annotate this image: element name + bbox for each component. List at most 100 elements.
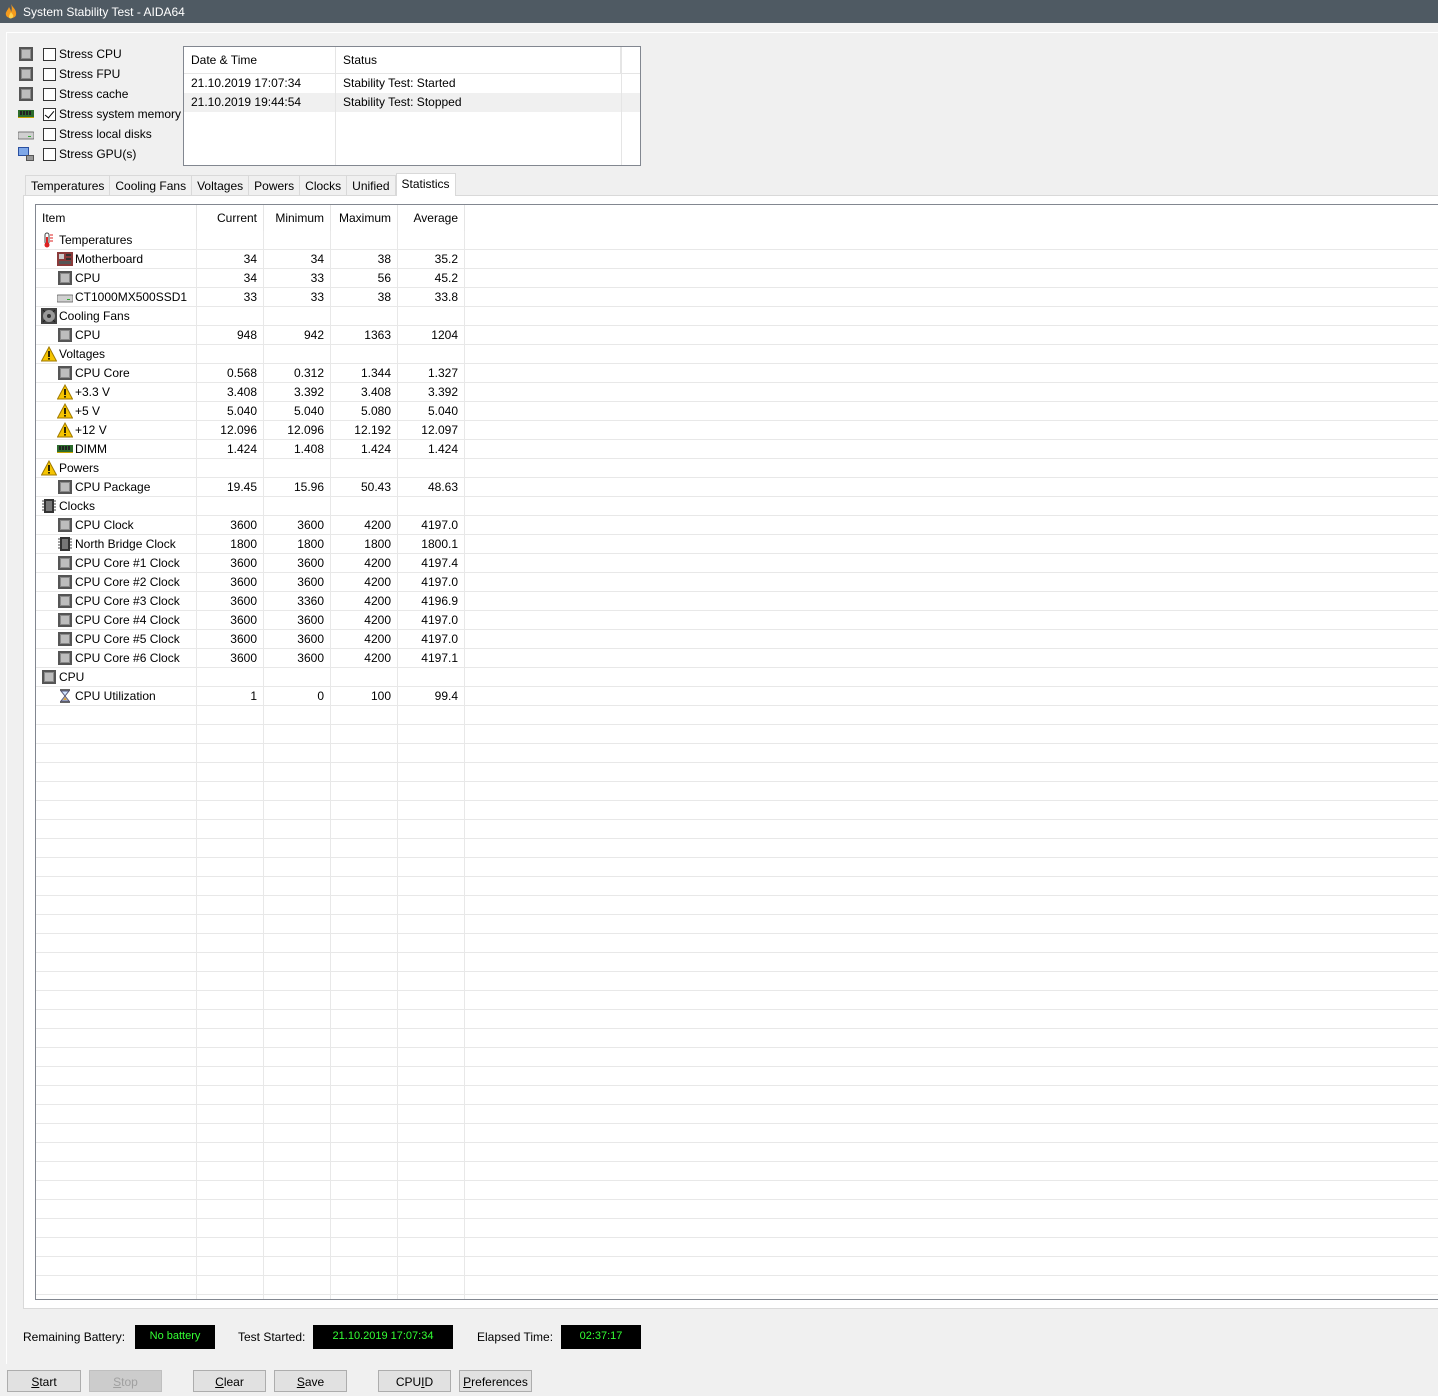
table-row[interactable]: CPU 948 942 1363 1204 [36,326,1438,345]
table-row[interactable]: CPU Core #4 Clock 3600 3600 4200 4197.0 [36,611,1438,630]
row-maximum: 100 [331,687,398,705]
table-row[interactable]: CPU Core 0.568 0.312 1.344 1.327 [36,364,1438,383]
stress-option-label[interactable]: Stress FPU [59,67,120,81]
tab-temperatures[interactable]: Temperatures [25,175,111,195]
cpu-chip-icon [18,46,34,62]
start-button-label: Start [31,1375,57,1389]
table-group-row[interactable]: Temperatures [36,231,1438,250]
stress-option-label[interactable]: Stress system memory [59,107,181,121]
motherboard-icon [57,251,73,267]
row-item-label: CPU Core #2 Clock [75,575,180,589]
stress-option-label[interactable]: Stress local disks [59,127,152,141]
header-item[interactable]: Item [36,205,197,231]
stress-checkbox[interactable] [43,108,56,121]
row-minimum [264,231,331,249]
table-row[interactable]: CT1000MX500SSD1 33 33 38 33.8 [36,288,1438,307]
row-current: 0.568 [197,364,264,382]
table-group-row[interactable]: CPU [36,668,1438,687]
row-minimum: 1800 [264,535,331,553]
row-item-label: +12 V [75,423,107,437]
table-group-row[interactable]: Voltages [36,345,1438,364]
log-row[interactable]: 21.10.2019 19:44:54 Stability Test: Stopp… [184,93,640,112]
cpu-chip-icon [57,612,73,628]
clear-button[interactable]: Clear [193,1370,266,1392]
warning-icon [40,345,58,362]
table-row[interactable]: +12 V 12.096 12.096 12.192 12.097 [36,421,1438,440]
tab-voltages[interactable]: Voltages [192,175,250,195]
preferences-button[interactable]: Preferences [459,1370,532,1392]
row-maximum [331,231,398,249]
stress-checkbox[interactable] [43,68,56,81]
row-average: 33.8 [398,288,465,306]
table-row[interactable]: CPU Core #5 Clock 3600 3600 4200 4197.0 [36,630,1438,649]
row-maximum: 38 [331,288,398,306]
save-button[interactable]: Save [274,1370,347,1392]
row-average: 4197.1 [398,649,465,667]
thermometer-icon [41,232,57,248]
row-current: 34 [197,250,264,268]
table-row[interactable]: +5 V 5.040 5.040 5.080 5.040 [36,402,1438,421]
table-row[interactable]: +3.3 V 3.408 3.392 3.408 3.392 [36,383,1438,402]
cpu-chip-icon [57,593,73,609]
tab-cooling-fans[interactable]: Cooling Fans [110,175,193,195]
row-item-label: Powers [59,461,100,475]
table-group-row[interactable]: Cooling Fans [36,307,1438,326]
row-item-label: North Bridge Clock [75,537,176,551]
tab-clocks[interactable]: Clocks [300,175,348,195]
event-log[interactable]: Date & Time Status 21.10.2019 17:07:34 St… [183,46,641,166]
table-row[interactable]: CPU 34 33 56 45.2 [36,269,1438,288]
cpuid-button-label: CPUID [395,1375,434,1389]
stop-button[interactable]: Stop [89,1370,162,1392]
tab-unified[interactable]: Unified [347,175,396,195]
stress-option-label[interactable]: Stress cache [59,87,128,101]
header-minimum[interactable]: Minimum [264,205,331,231]
table-group-row[interactable]: Powers [36,459,1438,478]
log-row[interactable]: 21.10.2019 17:07:34 Stability Test: Start… [184,74,640,93]
tab-statistics[interactable]: Statistics [395,173,456,196]
stress-checkbox[interactable] [43,148,56,161]
table-row[interactable]: Motherboard 34 34 38 35.2 [36,250,1438,269]
table-row[interactable]: CPU Core #1 Clock 3600 3600 4200 4197.4 [36,554,1438,573]
row-average: 1800.1 [398,535,465,553]
row-current [197,307,264,325]
aida64-flame-icon [5,3,17,18]
row-current: 3600 [197,573,264,591]
table-row[interactable]: CPU Core #2 Clock 3600 3600 4200 4197.0 [36,573,1438,592]
stress-options: Stress CPU Stress FPU Stress cache Stress s… [17,44,183,164]
row-current: 1.424 [197,440,264,458]
row-minimum: 1.408 [264,440,331,458]
cpuid-button[interactable]: CPUID [378,1370,451,1392]
empty-row [36,1257,1438,1276]
stress-option-row: Stress GPU(s) [18,144,183,164]
header-average[interactable]: Average [398,205,465,231]
table-row[interactable]: CPU Core #6 Clock 3600 3600 4200 4197.1 [36,649,1438,668]
stress-checkbox[interactable] [43,128,56,141]
monitor-icon [18,146,34,162]
stress-checkbox[interactable] [43,88,56,101]
table-row[interactable]: CPU Utilization 1 0 100 99.4 [36,687,1438,706]
table-row[interactable]: CPU Package 19.45 15.96 50.43 48.63 [36,478,1438,497]
stress-option-row: Stress system memory [18,104,183,124]
header-current[interactable]: Current [197,205,264,231]
row-item: +5 V [36,402,197,420]
log-header-status[interactable]: Status [336,47,621,73]
table-group-row[interactable]: Clocks [36,497,1438,516]
statistics-table[interactable]: Item Current Minimum Maximum Average Tem… [35,204,1438,1300]
empty-row [36,1162,1438,1181]
table-row[interactable]: CPU Core #3 Clock 3600 3360 4200 4196.9 [36,592,1438,611]
header-maximum[interactable]: Maximum [331,205,398,231]
log-header-datetime[interactable]: Date & Time [184,47,336,73]
stress-option-label[interactable]: Stress GPU(s) [59,147,136,161]
table-row[interactable]: North Bridge Clock 1800 1800 1800 1800.1 [36,535,1438,554]
start-button[interactable]: Start [7,1370,81,1392]
log-status: Stability Test: Started [343,76,456,90]
table-row[interactable]: CPU Clock 3600 3600 4200 4197.0 [36,516,1438,535]
row-maximum: 56 [331,269,398,287]
table-row[interactable]: DIMM 1.424 1.408 1.424 1.424 [36,440,1438,459]
tab-powers[interactable]: Powers [249,175,301,195]
row-maximum: 12.192 [331,421,398,439]
stress-option-label[interactable]: Stress CPU [59,47,122,61]
row-minimum: 3360 [264,592,331,610]
row-maximum [331,345,398,363]
stress-checkbox[interactable] [43,48,56,61]
